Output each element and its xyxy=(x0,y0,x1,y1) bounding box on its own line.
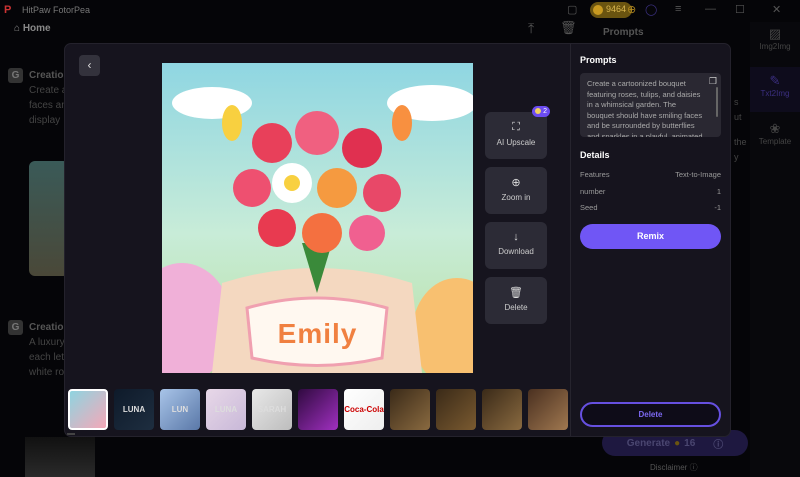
image-caption: Emily xyxy=(277,318,358,349)
minimize-icon[interactable]: — xyxy=(705,3,716,15)
back-button[interactable]: ‹ xyxy=(79,55,100,76)
creation-text: A luxury xyxy=(29,337,65,348)
thumbnail-label: LUN xyxy=(171,405,189,414)
thumbnail[interactable]: LUN xyxy=(160,389,200,430)
app-logo-icon: P xyxy=(4,4,12,16)
close-icon[interactable]: ✕ xyxy=(772,3,781,16)
prompt-scrollbar[interactable] xyxy=(716,87,718,117)
trash-bg-icon[interactable]: 🗑 xyxy=(560,20,577,36)
detail-row-seed: Seed -1 xyxy=(580,203,721,212)
generated-image: Emily xyxy=(162,63,473,373)
share-icon[interactable]: ⤒ xyxy=(528,20,534,37)
creation-text: Create a xyxy=(29,85,68,96)
creation-text: display xyxy=(29,115,61,126)
rail-txt2img[interactable]: ✎ Txt2Img xyxy=(750,67,800,112)
creation-text: each let xyxy=(29,352,65,363)
creation-card-2: G Creatio A luxury each let white ro xyxy=(8,320,65,380)
zoom-in-button[interactable]: ⊕ Zoom in xyxy=(485,167,547,214)
prompt-text: Create a cartoonized bouquet featuring r… xyxy=(580,73,721,137)
coin-balance[interactable]: 9464 xyxy=(590,2,633,18)
download-icon: ↓ xyxy=(513,231,519,243)
thumbnail[interactable] xyxy=(482,389,522,430)
coin-icon: ● xyxy=(674,437,681,449)
creation-title: Creatio xyxy=(29,70,64,81)
creation-text: faces an xyxy=(29,100,67,111)
app-title: HitPaw FotorPea xyxy=(22,5,91,15)
trash-icon: 🗑 xyxy=(509,287,523,299)
copy-icon[interactable]: ❐ xyxy=(709,76,717,87)
delete-button[interactable]: Delete xyxy=(580,402,721,427)
menu-icon[interactable]: ≡ xyxy=(675,3,681,15)
home-label: Home xyxy=(22,23,51,34)
chevron-left-icon: ‹ xyxy=(87,58,92,72)
thumbnail-scrollbar[interactable] xyxy=(67,433,75,435)
upscale-icon: ⛶ xyxy=(512,121,520,133)
rail-img2img[interactable]: ▨ Img2Img xyxy=(750,22,800,62)
thumbnail[interactable] xyxy=(390,389,430,430)
zoom-in-icon: ⊕ xyxy=(511,177,521,189)
ai-upscale-button[interactable]: ⛶ AI Upscale xyxy=(485,112,547,159)
creation-thumbnail[interactable] xyxy=(25,437,95,477)
detail-row-number: number 1 xyxy=(580,187,721,196)
thumbnail[interactable] xyxy=(68,389,108,430)
thumbnail[interactable]: LUNA xyxy=(114,389,154,430)
delete-action-button[interactable]: 🗑 Delete xyxy=(485,277,547,324)
help-icon[interactable]: ⓘ xyxy=(713,436,723,451)
home-nav[interactable]: ⌂ Home xyxy=(14,23,51,34)
remix-button[interactable]: Remix xyxy=(580,224,721,249)
edit-image-icon: ✎ xyxy=(769,73,781,88)
thumbnail-label: Coca-Cola xyxy=(344,405,384,414)
creation-thumbnail[interactable] xyxy=(29,161,69,276)
creation-title: Creatio xyxy=(29,322,64,333)
thumbnail-label: SARAH xyxy=(257,405,287,414)
google-icon: G xyxy=(8,68,23,83)
account-icon[interactable]: ◯ xyxy=(645,3,657,16)
thumbnail[interactable]: LUNA xyxy=(206,389,246,430)
thumbnail-label: LUNA xyxy=(122,405,146,414)
home-icon: ⌂ xyxy=(14,23,23,34)
thumbnail[interactable] xyxy=(298,389,338,430)
maximize-icon[interactable]: ☐ xyxy=(735,3,745,16)
details-title: Details xyxy=(580,150,610,160)
right-rail: ▨ Img2Img ✎ Txt2Img ❀ Template xyxy=(750,22,800,477)
thumbnail[interactable]: SARAH xyxy=(252,389,292,430)
notification-icon[interactable]: ▢ xyxy=(567,3,577,16)
download-button[interactable]: ↓ Download xyxy=(485,222,547,269)
google-icon: G xyxy=(8,320,23,335)
image-detail-modal: ‹ Emily ⛶ AI Upscale 2 ⊕ Zoom in ↓ Download… xyxy=(64,43,731,437)
add-coins-icon[interactable]: ⊕ xyxy=(627,3,636,16)
upscale-cost-badge: 2 xyxy=(532,106,550,117)
bg-side-text: s ut the y xyxy=(734,97,747,162)
thumbnail[interactable] xyxy=(436,389,476,430)
bg-prompts-title: Prompts xyxy=(603,27,644,38)
thumbnail[interactable] xyxy=(528,389,568,430)
rail-template[interactable]: ❀ Template xyxy=(750,117,800,157)
thumbnail-label: LUNA xyxy=(214,405,238,414)
creation-card-1: G Creatio Create a faces an display xyxy=(8,68,67,128)
template-icon: ❀ xyxy=(769,121,781,136)
thumbnail[interactable]: Coca-Cola xyxy=(344,389,384,430)
image-icon: ▨ xyxy=(768,26,782,41)
disclaimer-link[interactable]: Disclaimer ⓘ xyxy=(650,462,698,473)
prompts-title: Prompts xyxy=(580,55,617,65)
thumbnail-strip: LUNA LUN LUNA SARAH Coca-Cola xyxy=(68,389,568,432)
detail-row-features: Features Text-to-Image xyxy=(580,170,721,179)
creation-text: white ro xyxy=(29,367,65,378)
divider xyxy=(570,44,571,436)
